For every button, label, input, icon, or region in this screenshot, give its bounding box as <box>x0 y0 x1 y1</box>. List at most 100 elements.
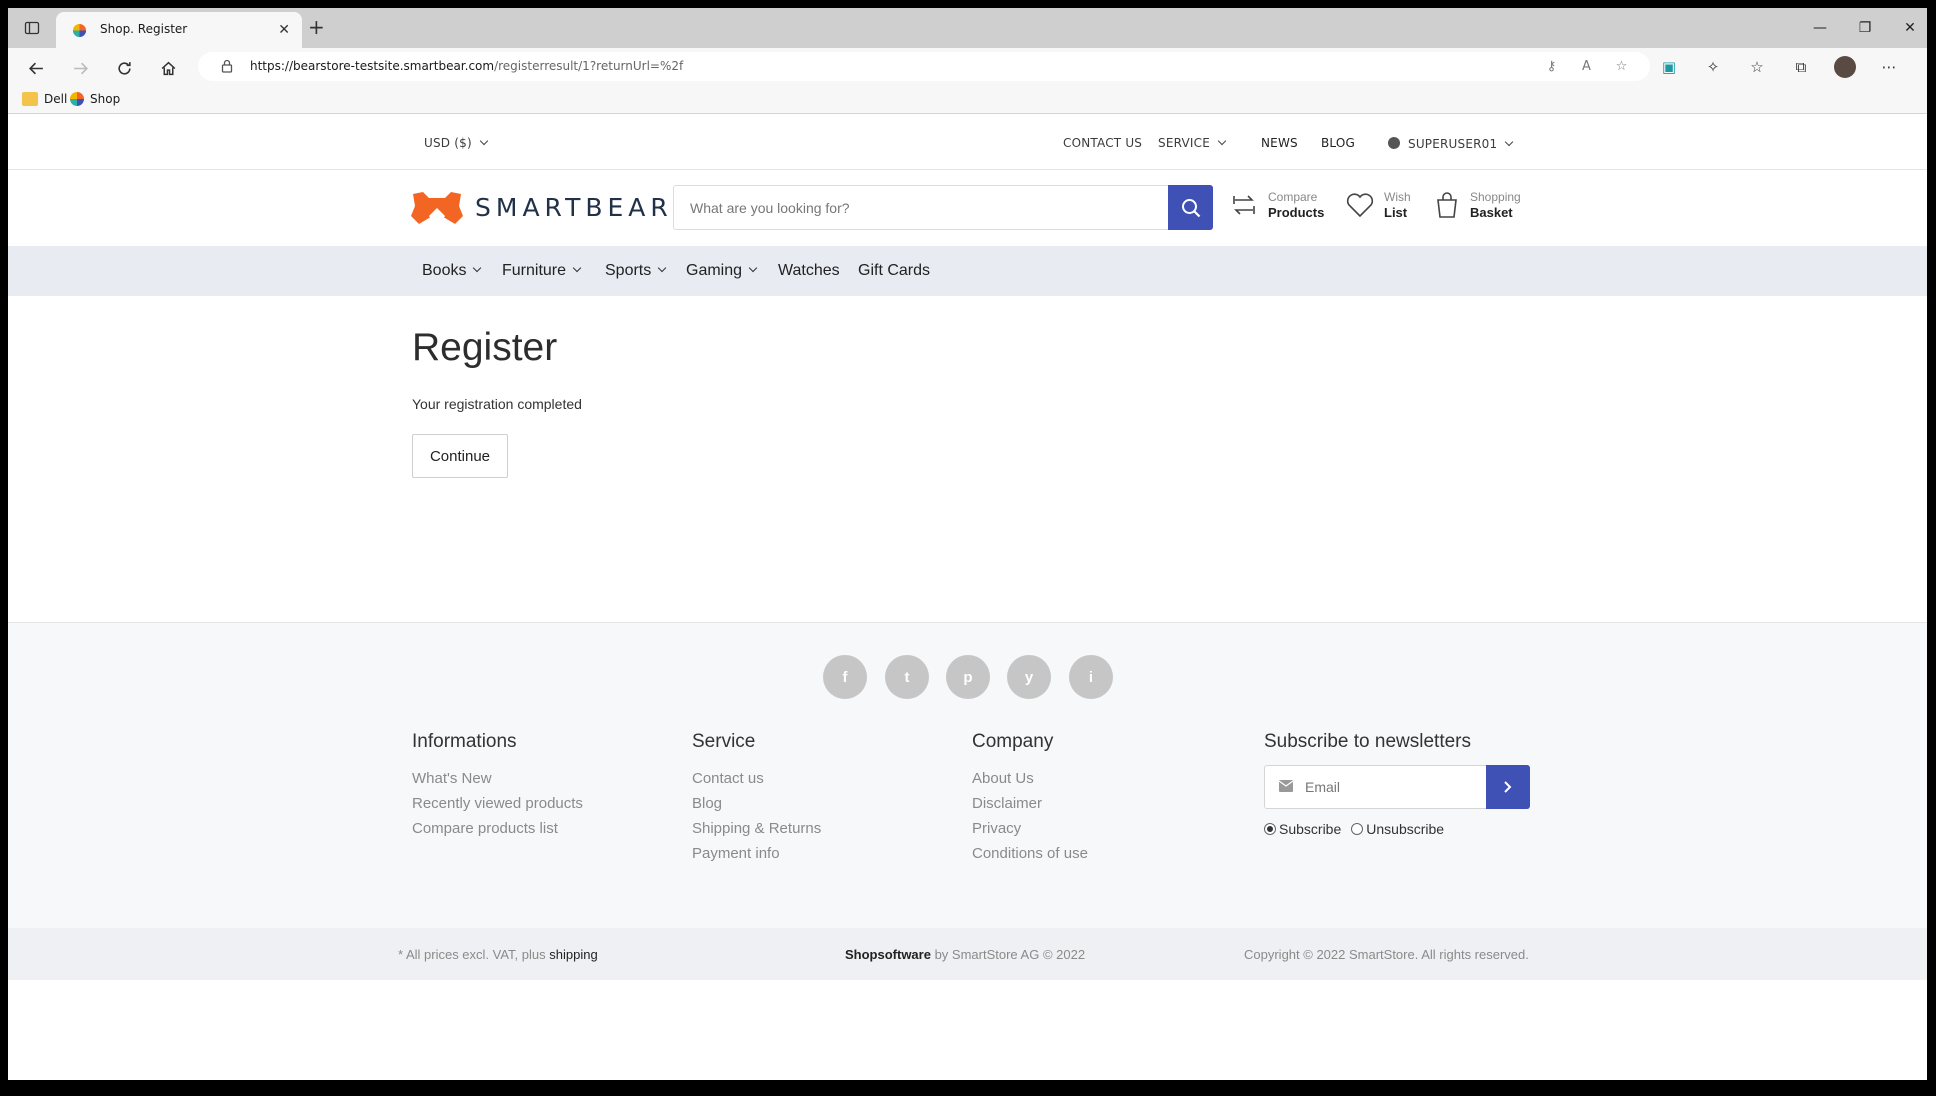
user-icon <box>1388 137 1400 149</box>
currency-selector[interactable]: USD ($) <box>424 136 489 150</box>
facebook-icon[interactable]: f <box>823 655 867 699</box>
heart-icon <box>1346 193 1374 218</box>
top-utility-bar: USD ($) CONTACT US SERVICE NEWS BLOG SUP… <box>8 114 1927 170</box>
recently-viewed-link[interactable]: Recently viewed products <box>412 795 583 812</box>
shop-favicon-icon <box>72 23 87 38</box>
search-input[interactable] <box>674 186 1159 229</box>
software-credit: Shopsoftware by SmartStore AG © 2022 <box>845 947 1086 962</box>
payment-info-link[interactable]: Payment info <box>692 845 821 862</box>
tab-shop-register[interactable]: Shop. Register ✕ <box>56 12 302 48</box>
web-page: USD ($) CONTACT US SERVICE NEWS BLOG SUP… <box>8 114 1927 1086</box>
footer-informations: Informations What's New Recently viewed … <box>412 731 583 845</box>
blog-footer-link[interactable]: Blog <box>692 795 821 812</box>
category-gaming[interactable]: Gaming <box>686 262 758 280</box>
compare-list-link[interactable]: Compare products list <box>412 820 583 837</box>
address-bar[interactable]: https://bearstore-testsite.smartbear.com… <box>198 52 1650 81</box>
minimize-icon[interactable]: — <box>1805 18 1835 38</box>
pinterest-icon[interactable]: p <box>946 655 990 699</box>
contact-us-link[interactable]: CONTACT US <box>1063 136 1142 150</box>
back-icon[interactable] <box>24 56 48 80</box>
close-window-icon[interactable]: ✕ <box>1895 18 1925 38</box>
whats-new-link[interactable]: What's New <box>412 770 583 787</box>
browser-window: Shop. Register ✕ + — ❐ ✕ https://bearsto… <box>8 8 1927 1086</box>
shop-favicon-icon <box>70 92 84 106</box>
key-icon[interactable]: ⚷ <box>1543 58 1560 75</box>
search-button[interactable] <box>1168 185 1213 230</box>
tab-strip: Shop. Register ✕ + — ❐ ✕ <box>8 8 1927 48</box>
news-link[interactable]: NEWS <box>1261 136 1298 150</box>
prices-note: * All prices excl. VAT, plus shipping <box>398 947 598 962</box>
shopping-basket-link[interactable]: Shopping Basket <box>1434 190 1521 220</box>
shipping-returns-link[interactable]: Shipping & Returns <box>692 820 821 837</box>
disclaimer-link[interactable]: Disclaimer <box>972 795 1088 812</box>
blog-link[interactable]: BLOG <box>1321 136 1355 150</box>
category-books[interactable]: Books <box>422 262 482 280</box>
footer-heading: Service <box>692 731 756 752</box>
close-tab-icon[interactable]: ✕ <box>278 22 290 38</box>
chevron-down-icon <box>479 136 489 146</box>
footer-service: Service Contact us Blog Shipping & Retur… <box>692 731 821 870</box>
legal-bar: * All prices excl. VAT, plus shipping Sh… <box>8 928 1927 980</box>
refresh-icon[interactable] <box>112 56 136 80</box>
category-nav: Books Furniture Sports Gaming Watches Gi… <box>8 246 1927 296</box>
category-sports[interactable]: Sports <box>605 262 667 280</box>
chevron-down-icon <box>572 263 582 273</box>
conditions-of-use-link[interactable]: Conditions of use <box>972 845 1088 862</box>
footer-heading: Company <box>972 731 1054 752</box>
read-aloud-icon[interactable]: A <box>1578 58 1595 75</box>
shopping-bag-icon <box>1437 192 1457 218</box>
instagram-icon[interactable]: i <box>1069 655 1113 699</box>
newsletter-form <box>1264 765 1530 809</box>
site-footer: f t p y i Informations What's New Recent… <box>8 622 1927 928</box>
shipping-link[interactable]: shipping <box>549 947 597 962</box>
email-field[interactable] <box>1305 766 1475 808</box>
subscribe-radio[interactable]: Subscribe <box>1264 821 1341 837</box>
extensions-puzzle-icon[interactable]: ✧ <box>1702 56 1724 78</box>
continue-button[interactable]: Continue <box>412 434 508 478</box>
favorites-icon[interactable]: ☆ <box>1746 56 1768 78</box>
forward-icon[interactable] <box>68 56 92 80</box>
extension-icon[interactable]: ▣ <box>1658 56 1680 78</box>
category-gift-cards[interactable]: Gift Cards <box>858 262 930 280</box>
footer-heading: Informations <box>412 731 517 752</box>
more-options-icon[interactable]: ⋯ <box>1878 56 1900 78</box>
add-favorite-icon[interactable]: ☆ <box>1613 58 1630 75</box>
category-furniture[interactable]: Furniture <box>502 262 582 280</box>
new-tab-icon[interactable]: + <box>308 17 325 37</box>
profile-avatar-icon[interactable] <box>1834 56 1856 78</box>
chevron-down-icon <box>1505 137 1514 147</box>
wish-list-link[interactable]: Wish List <box>1346 190 1411 220</box>
compare-icon <box>1233 195 1255 215</box>
user-menu[interactable]: SUPERUSER01 <box>1388 136 1514 151</box>
smartbear-logo[interactable]: SMARTBEAR <box>411 190 673 224</box>
chevron-down-icon <box>473 263 482 273</box>
envelope-icon <box>1279 780 1293 792</box>
home-icon[interactable] <box>156 56 180 80</box>
taskbar-edge <box>8 1080 1927 1086</box>
contact-us-footer-link[interactable]: Contact us <box>692 770 821 787</box>
url-text[interactable]: https://bearstore-testsite.smartbear.com… <box>250 59 683 73</box>
chevron-down-icon <box>1217 136 1227 146</box>
bookmark-shop[interactable]: Shop <box>70 92 120 106</box>
unsubscribe-radio[interactable]: Unsubscribe <box>1351 821 1444 837</box>
registration-message: Your registration completed <box>412 396 582 412</box>
search-icon <box>1181 198 1200 217</box>
search-box <box>673 185 1213 230</box>
lock-icon[interactable] <box>220 59 234 73</box>
youtube-icon[interactable]: y <box>1007 655 1051 699</box>
chevron-down-icon <box>658 263 667 273</box>
collections-icon[interactable]: ⧉ <box>1790 56 1812 78</box>
category-watches[interactable]: Watches <box>778 262 840 280</box>
restore-icon[interactable]: ❐ <box>1850 18 1880 38</box>
newsletter-heading: Subscribe to newsletters <box>1264 731 1471 752</box>
shopsoftware-link[interactable]: Shopsoftware <box>845 947 931 962</box>
footer-company: Company About Us Disclaimer Privacy Cond… <box>972 731 1088 870</box>
tab-actions-icon[interactable] <box>20 16 44 40</box>
about-us-link[interactable]: About Us <box>972 770 1088 787</box>
service-menu[interactable]: SERVICE <box>1158 136 1227 150</box>
twitter-icon[interactable]: t <box>885 655 929 699</box>
bookmark-dell[interactable]: Dell <box>22 92 67 106</box>
compare-products-link[interactable]: Compare Products <box>1230 190 1324 220</box>
newsletter-submit-button[interactable] <box>1486 765 1530 809</box>
privacy-link[interactable]: Privacy <box>972 820 1088 837</box>
